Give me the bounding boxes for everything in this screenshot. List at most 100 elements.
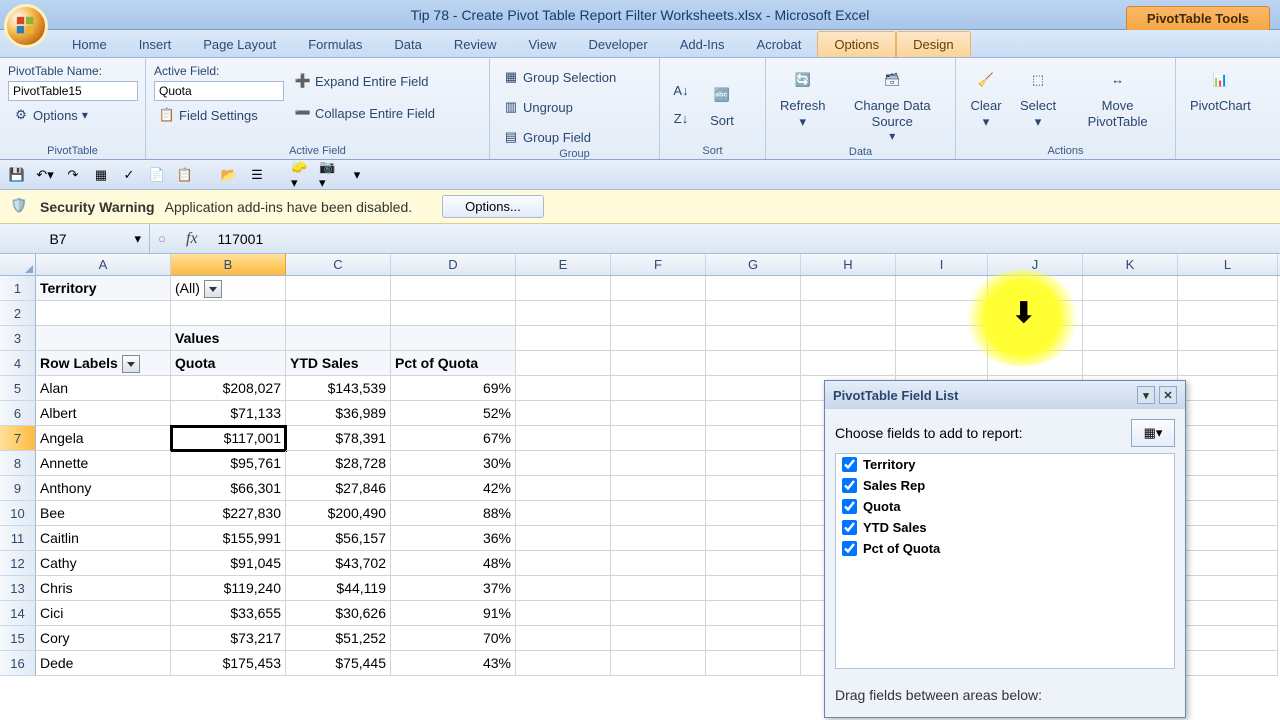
field-settings-button[interactable]: 📋Field Settings — [154, 104, 284, 126]
cell[interactable] — [1178, 451, 1278, 476]
cell[interactable]: 91% — [391, 601, 516, 626]
rowlabels-dropdown[interactable] — [122, 355, 140, 373]
cell[interactable] — [706, 426, 801, 451]
cell[interactable] — [171, 301, 286, 326]
move-pivot-button[interactable]: ↔Move PivotTable — [1068, 62, 1167, 131]
cell[interactable] — [391, 276, 516, 301]
col-K[interactable]: K — [1083, 254, 1178, 275]
group-selection-button[interactable]: ▦Group Selection — [498, 66, 621, 88]
row-header[interactable]: 8 — [0, 451, 36, 476]
clear-button[interactable]: 🧹Clear▾ — [964, 62, 1008, 131]
refresh-button[interactable]: 🔄Refresh▾ — [774, 62, 832, 131]
filter-dropdown[interactable] — [204, 280, 222, 298]
cell[interactable] — [391, 326, 516, 351]
cell[interactable]: Values — [171, 326, 286, 351]
cell[interactable] — [516, 626, 611, 651]
cell[interactable] — [611, 401, 706, 426]
tab-insert[interactable]: Insert — [123, 32, 188, 57]
field-list-menu-button[interactable]: ▾ — [1137, 386, 1155, 404]
cell[interactable] — [516, 601, 611, 626]
field-list-item[interactable]: Pct of Quota — [836, 538, 1174, 559]
cell[interactable]: Chris — [36, 576, 171, 601]
qat-1[interactable]: ▦ — [90, 164, 112, 186]
cell[interactable] — [706, 576, 801, 601]
undo-button[interactable]: ↶▾ — [34, 164, 56, 186]
row-header[interactable]: 3 — [0, 326, 36, 351]
cell[interactable] — [516, 426, 611, 451]
cell[interactable] — [988, 301, 1083, 326]
cell[interactable] — [1083, 351, 1178, 376]
cell[interactable]: Annette — [36, 451, 171, 476]
cell[interactable] — [988, 276, 1083, 301]
cell[interactable]: $155,991 — [171, 526, 286, 551]
row-header[interactable]: 11 — [0, 526, 36, 551]
pivotchart-button[interactable]: 📊PivotChart — [1184, 62, 1257, 116]
cell[interactable] — [1178, 651, 1278, 676]
qat-3[interactable]: 📄 — [146, 164, 168, 186]
cell[interactable] — [1178, 326, 1278, 351]
qat-7[interactable]: 🧽▾ — [290, 164, 312, 186]
cell[interactable] — [988, 351, 1083, 376]
row-header[interactable]: 10 — [0, 501, 36, 526]
cell[interactable] — [801, 326, 896, 351]
security-options-button[interactable]: Options... — [442, 195, 544, 218]
cell[interactable] — [611, 626, 706, 651]
cell[interactable] — [1178, 576, 1278, 601]
cell[interactable]: 36% — [391, 526, 516, 551]
cell[interactable]: Cory — [36, 626, 171, 651]
row-header[interactable]: 13 — [0, 576, 36, 601]
row-header[interactable]: 14 — [0, 601, 36, 626]
cell[interactable]: $44,119 — [286, 576, 391, 601]
cell[interactable]: 30% — [391, 451, 516, 476]
cell[interactable]: Albert — [36, 401, 171, 426]
cell[interactable]: $95,761 — [171, 451, 286, 476]
name-box[interactable]: ▾ — [0, 224, 150, 253]
cell[interactable]: Bee — [36, 501, 171, 526]
col-G[interactable]: G — [706, 254, 801, 275]
cell[interactable]: $227,830 — [171, 501, 286, 526]
cell[interactable] — [706, 401, 801, 426]
cell[interactable] — [1178, 351, 1278, 376]
cell[interactable] — [1083, 326, 1178, 351]
field-checkbox[interactable] — [842, 520, 857, 535]
cell[interactable] — [896, 276, 988, 301]
col-C[interactable]: C — [286, 254, 391, 275]
field-list-item[interactable]: YTD Sales — [836, 517, 1174, 538]
select-button[interactable]: ⬚Select▾ — [1014, 62, 1062, 131]
change-data-source-button[interactable]: 🗃Change Data Source ▾ — [838, 62, 947, 146]
qat-6[interactable]: ☰ — [246, 164, 268, 186]
cell[interactable] — [706, 526, 801, 551]
cell[interactable]: $43,702 — [286, 551, 391, 576]
collapse-field-button[interactable]: ➖Collapse Entire Field — [290, 102, 440, 124]
cell[interactable] — [611, 651, 706, 676]
cell[interactable] — [706, 651, 801, 676]
row-header[interactable]: 16 — [0, 651, 36, 676]
cell[interactable]: 52% — [391, 401, 516, 426]
qat-5[interactable]: 📂 — [218, 164, 240, 186]
tab-home[interactable]: Home — [56, 32, 123, 57]
row-header[interactable]: 9 — [0, 476, 36, 501]
row-header[interactable]: 4 — [0, 351, 36, 376]
cell[interactable] — [611, 326, 706, 351]
cell[interactable] — [611, 376, 706, 401]
sort-desc-button[interactable]: Z↓ — [668, 108, 694, 130]
cell[interactable] — [801, 301, 896, 326]
cell[interactable] — [706, 276, 801, 301]
cell[interactable] — [1178, 526, 1278, 551]
chevron-down-icon[interactable]: ▾ — [134, 231, 141, 247]
col-E[interactable]: E — [516, 254, 611, 275]
cell[interactable]: Cathy — [36, 551, 171, 576]
cell[interactable] — [1178, 401, 1278, 426]
cell[interactable] — [611, 576, 706, 601]
field-list-item[interactable]: Quota — [836, 496, 1174, 517]
row-header[interactable]: 5 — [0, 376, 36, 401]
field-list-layout-button[interactable]: ▦▾ — [1131, 419, 1175, 447]
cell[interactable] — [611, 501, 706, 526]
cell[interactable] — [611, 476, 706, 501]
cell[interactable] — [1083, 301, 1178, 326]
tab-formulas[interactable]: Formulas — [292, 32, 378, 57]
row-header[interactable]: 15 — [0, 626, 36, 651]
field-list-item[interactable]: Territory — [836, 454, 1174, 475]
tab-review[interactable]: Review — [438, 32, 513, 57]
cell[interactable]: $27,846 — [286, 476, 391, 501]
